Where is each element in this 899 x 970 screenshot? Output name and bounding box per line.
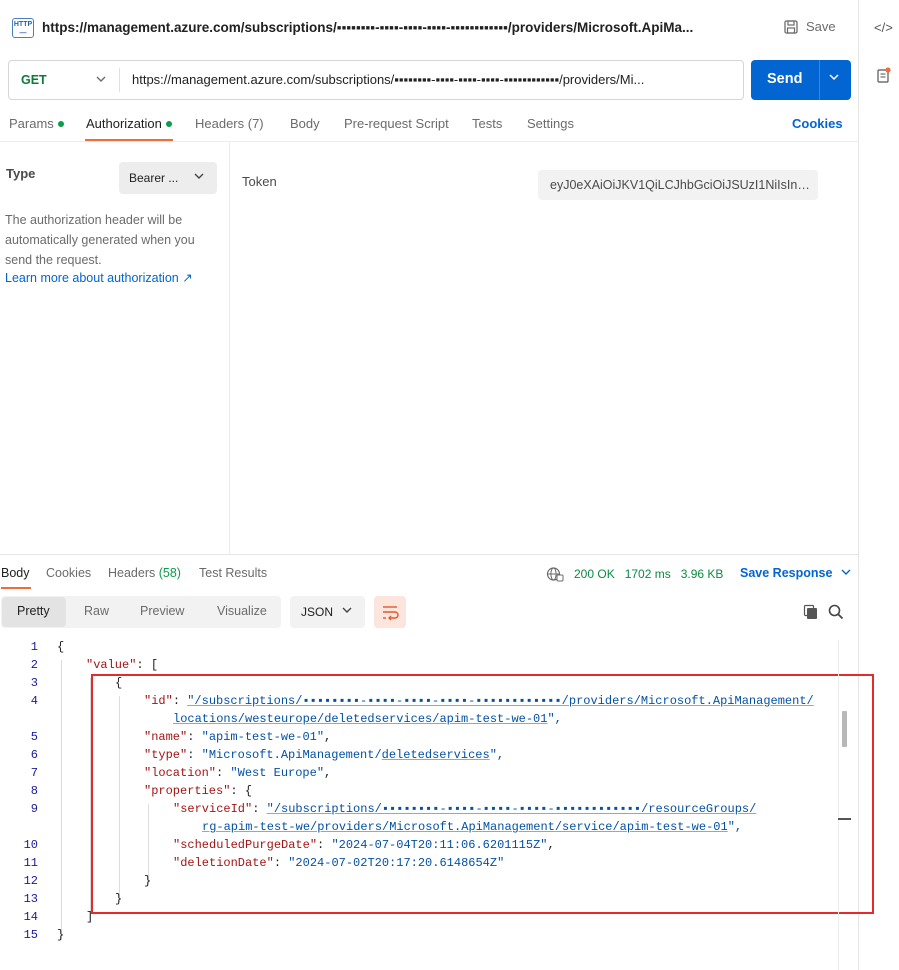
response-time[interactable]: 1702 ms [625, 567, 671, 581]
chevron-down-icon [341, 604, 353, 619]
chevron-down-icon [841, 569, 851, 575]
line-number: 2 [30, 658, 38, 672]
auth-description: The authorization header will be automat… [5, 213, 195, 267]
line-number: 15 [23, 928, 38, 942]
auth-type-value: Bearer ... [129, 171, 179, 185]
save-icon [784, 19, 798, 34]
request-title-bar: HTTP — https://management.azure.com/subsc… [0, 0, 858, 56]
scrollbar[interactable] [838, 640, 852, 970]
tab-tests[interactable]: Tests [472, 116, 502, 131]
divider [819, 60, 820, 100]
line-number: 10 [23, 838, 38, 852]
line-number: 3 [30, 676, 38, 690]
line-number: 5 [30, 730, 38, 744]
save-label: Save [806, 19, 836, 34]
response-tab-test-results[interactable]: Test Results [199, 566, 267, 580]
search-icon[interactable] [828, 604, 844, 623]
copy-icon[interactable] [803, 604, 819, 623]
format-value: JSON [301, 605, 334, 619]
url-bar: GET https://management.azure.com/subscri… [8, 60, 744, 100]
view-mode-group: Pretty Raw Preview Visualize [1, 596, 281, 628]
json-key: "value" [86, 658, 137, 672]
status-dot [57, 120, 64, 127]
line-number: 1 [30, 640, 38, 654]
tab-authorization[interactable]: Authorization [86, 116, 172, 131]
format-select[interactable]: JSON [290, 596, 365, 628]
code-text: } [57, 928, 65, 942]
http-request-icon: HTTP — [12, 18, 34, 38]
chevron-down-icon [193, 170, 205, 185]
active-tab-indicator [1, 587, 31, 589]
response-size[interactable]: 3.96 KB [681, 567, 724, 581]
line-number: 7 [30, 766, 38, 780]
code-text: : [ [136, 658, 159, 672]
save-button[interactable]: Save [784, 19, 836, 34]
view-raw[interactable]: Raw [84, 604, 109, 618]
send-label: Send [767, 71, 803, 87]
tab-headers[interactable]: Headers (7) [195, 116, 264, 131]
globe-icon[interactable] [546, 566, 564, 582]
learn-more-link[interactable]: Learn more about authorization ↗ [5, 270, 193, 285]
response-status: 200 OK 1702 ms 3.96 KB [546, 566, 723, 582]
auth-type-panel: Type Bearer ... The authorization header… [0, 142, 230, 554]
line-number: 13 [23, 892, 38, 906]
token-label: Token [242, 174, 277, 189]
token-value: eyJ0eXAiOiJKV1QiLCJhbGciOiJSUzI1NiIsIng.… [550, 178, 812, 192]
response-tab-headers[interactable]: Headers (58) [108, 566, 181, 580]
active-tab-indicator [85, 139, 173, 141]
request-title[interactable]: https://management.azure.com/subscriptio… [42, 20, 693, 35]
tab-settings[interactable]: Settings [527, 116, 574, 131]
header-count: (58) [158, 566, 181, 580]
code-snippet-icon[interactable]: </> [874, 20, 893, 35]
response-tab-cookies[interactable]: Cookies [46, 566, 91, 580]
line-number: 11 [23, 856, 38, 870]
highlight-box [91, 674, 874, 914]
status-code[interactable]: 200 OK [574, 567, 615, 581]
token-input[interactable]: eyJ0eXAiOiJKV1QiLCJhbGciOiJSUzI1NiIsIng.… [538, 170, 818, 200]
save-response-button[interactable]: Save Response [740, 566, 852, 580]
line-number: 14 [23, 910, 38, 924]
response-divider [0, 554, 858, 555]
save-response-label: Save Response [740, 566, 833, 580]
wrap-lines-icon [383, 606, 399, 621]
cookies-link[interactable]: Cookies [792, 116, 843, 131]
response-tab-body[interactable]: Body [1, 566, 30, 580]
method-select[interactable]: GET [21, 73, 47, 87]
view-visualize[interactable]: Visualize [217, 604, 267, 618]
tab-body[interactable]: Body [290, 116, 320, 131]
tab-label: Params [9, 116, 54, 131]
status-dot [165, 120, 172, 127]
view-preview[interactable]: Preview [140, 604, 184, 618]
line-number: 9 [30, 802, 38, 816]
wrap-lines-button[interactable] [374, 596, 406, 628]
line-number: 8 [30, 784, 38, 798]
chevron-down-icon[interactable] [95, 73, 107, 88]
divider [119, 68, 120, 92]
request-tabs: Params Authorization Headers (7) Body Pr… [0, 108, 858, 142]
type-label: Type [6, 166, 36, 181]
tab-label: Headers [108, 566, 156, 580]
url-input[interactable]: https://management.azure.com/subscriptio… [132, 72, 737, 87]
documentation-icon[interactable] [877, 67, 891, 86]
scrollbar-thumb[interactable] [842, 711, 847, 747]
line-number: 12 [23, 874, 38, 888]
tab-params[interactable]: Params [9, 116, 64, 131]
tab-pre-request-script[interactable]: Pre-request Script [344, 116, 449, 131]
line-number: 4 [30, 694, 38, 708]
send-button[interactable]: Send [751, 60, 851, 100]
auth-type-select[interactable]: Bearer ... [119, 162, 217, 194]
tab-label: Authorization [86, 116, 162, 131]
view-pretty[interactable]: Pretty [17, 604, 50, 618]
chevron-down-icon[interactable] [828, 71, 840, 86]
line-number: 6 [30, 748, 38, 762]
scroll-marker [838, 818, 851, 820]
code-text: { [57, 640, 65, 654]
indent-guide [61, 660, 62, 940]
